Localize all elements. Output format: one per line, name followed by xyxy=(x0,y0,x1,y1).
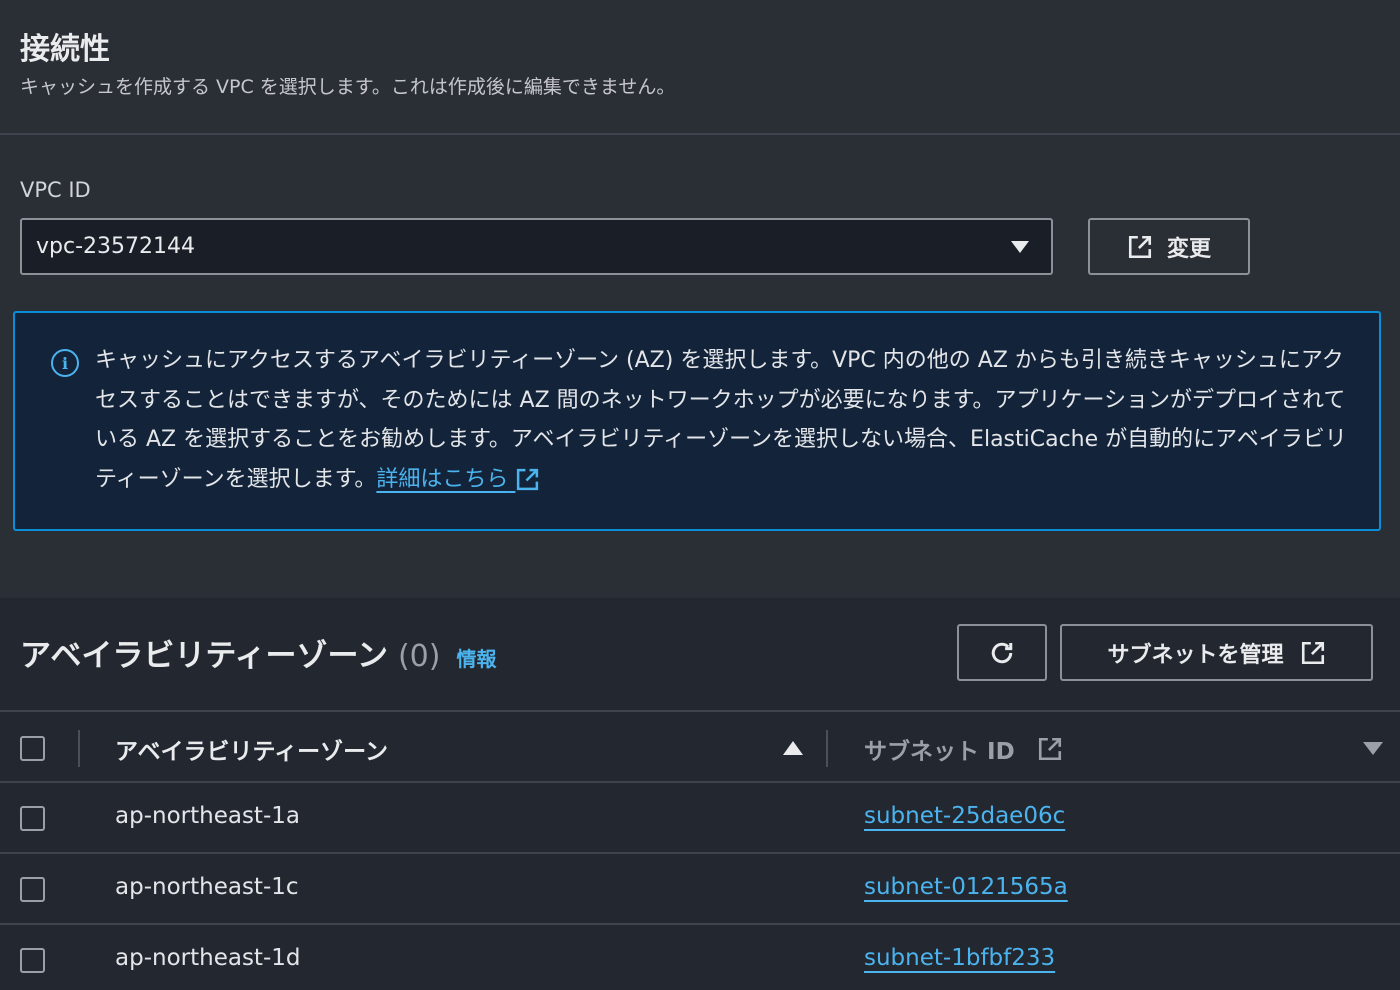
column-divider xyxy=(78,730,80,767)
table-row[interactable]: ap-northeast-1c subnet-0121565a xyxy=(0,854,1400,925)
az-title-text: アベイラビリティーゾーン xyxy=(20,638,388,674)
column-header-subnet[interactable]: サブネット ID xyxy=(864,732,1063,766)
change-vpc-label: 変更 xyxy=(1166,236,1211,262)
cell-az: ap-northeast-1c xyxy=(115,874,299,900)
column-divider[interactable] xyxy=(826,730,828,767)
refresh-button[interactable] xyxy=(957,624,1047,681)
manage-subnets-label: サブネットを管理 xyxy=(1107,642,1284,668)
row-checkbox[interactable] xyxy=(20,877,45,902)
table-header: アベイラビリティーゾーン サブネット ID xyxy=(0,710,1400,783)
cell-subnet-link[interactable]: subnet-25dae06c xyxy=(864,803,1065,829)
external-link-icon xyxy=(1301,641,1324,664)
external-link-icon xyxy=(517,468,539,491)
external-link-icon xyxy=(1128,235,1152,258)
connectivity-header: 接続性 キャッシュを作成する VPC を選択します。これは作成後に編集できません… xyxy=(0,0,1400,135)
column-header-az[interactable]: アベイラビリティーゾーン xyxy=(115,732,388,766)
learn-more-link[interactable]: 詳細はこちら xyxy=(376,467,540,492)
column-header-subnet-label: サブネット ID xyxy=(864,739,1015,765)
section-spacer xyxy=(0,551,1400,598)
row-checkbox[interactable] xyxy=(20,806,45,831)
section-title: 接続性 xyxy=(20,32,110,67)
az-table: アベイラビリティーゾーン サブネット ID ap-northeast-1a su… xyxy=(0,710,1400,990)
vpc-id-select[interactable]: vpc-23572144 xyxy=(20,218,1053,275)
az-panel-title: アベイラビリティーゾーン (0) 情報 xyxy=(20,630,496,675)
cell-subnet-link[interactable]: subnet-1bfbf233 xyxy=(864,945,1055,971)
info-link[interactable]: 情報 xyxy=(456,643,496,672)
vpc-id-label: VPC ID xyxy=(20,178,91,202)
az-count: (0) xyxy=(397,639,441,674)
change-vpc-button[interactable]: 変更 xyxy=(1088,218,1250,275)
caret-down-icon xyxy=(1011,240,1029,253)
external-link-icon xyxy=(1038,737,1061,761)
info-alert: i キャッシュにアクセスするアベイラビリティーゾーン (AZ) を選択します。V… xyxy=(13,311,1381,531)
row-checkbox[interactable] xyxy=(20,948,45,973)
section-description: キャッシュを作成する VPC を選択します。これは作成後に編集できません。 xyxy=(20,76,676,98)
vpc-id-value: vpc-23572144 xyxy=(36,234,195,259)
sort-descending-icon[interactable] xyxy=(1363,742,1383,755)
availability-zones-panel: アベイラビリティーゾーン (0) 情報 サブネットを管理 アベイラビリティーゾー… xyxy=(0,598,1400,990)
info-alert-text: キャッシュにアクセスするアベイラビリティーゾーン (AZ) を選択します。VPC… xyxy=(95,341,1355,499)
info-icon: i xyxy=(51,349,79,377)
select-all-checkbox[interactable] xyxy=(20,736,45,761)
cell-subnet-link[interactable]: subnet-0121565a xyxy=(864,874,1068,900)
sort-ascending-icon[interactable] xyxy=(783,741,803,755)
info-alert-body: キャッシュにアクセスするアベイラビリティーゾーン (AZ) を選択します。VPC… xyxy=(95,348,1347,492)
cell-az: ap-northeast-1d xyxy=(115,945,301,971)
table-row[interactable]: ap-northeast-1a subnet-25dae06c xyxy=(0,783,1400,854)
refresh-icon xyxy=(991,642,1013,663)
cell-az: ap-northeast-1a xyxy=(115,803,300,829)
table-row[interactable]: ap-northeast-1d subnet-1bfbf233 xyxy=(0,925,1400,990)
learn-more-label: 詳細はこちら xyxy=(376,466,509,492)
manage-subnets-button[interactable]: サブネットを管理 xyxy=(1060,624,1373,681)
